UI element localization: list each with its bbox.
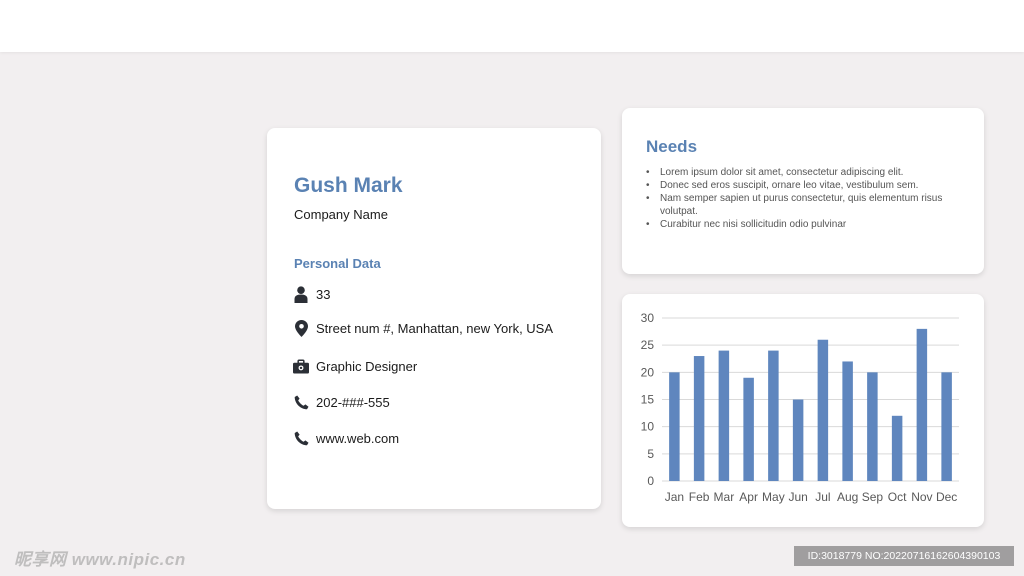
- needs-list: Lorem ipsum dolor sit amet, consectetur …: [646, 166, 971, 231]
- bar-apr: [743, 377, 754, 481]
- location-pin-icon: [293, 319, 309, 337]
- age-value: 33: [316, 286, 331, 302]
- bar-jun: [792, 399, 804, 481]
- x-tick-label: Jul: [815, 490, 830, 504]
- info-row-occupation: Graphic Designer: [293, 356, 417, 376]
- needs-item: Nam semper sapien ut purus consectetur, …: [646, 192, 971, 218]
- y-tick-label: 15: [641, 393, 655, 407]
- y-tick-label: 5: [647, 447, 654, 461]
- phone-icon: [293, 429, 309, 447]
- y-tick-label: 30: [641, 311, 655, 325]
- info-row-address: Street num #, Manhattan, new York, USA: [293, 318, 553, 338]
- profile-name: Gush Mark: [294, 174, 403, 197]
- bar-aug: [842, 361, 853, 481]
- bar-dec: [941, 372, 952, 481]
- address-value: Street num #, Manhattan, new York, USA: [316, 320, 554, 336]
- bar-feb: [693, 356, 705, 481]
- needs-card: Needs Lorem ipsum dolor sit amet, consec…: [622, 108, 984, 274]
- person-icon: [293, 285, 309, 303]
- x-tick-label: Jan: [665, 490, 684, 504]
- bar-jul: [817, 339, 829, 481]
- chart-card: 0 5 10 15 20 25 30 Jan Feb Mar Apr May Jun Jul Aug Sep O…: [622, 294, 984, 527]
- y-tick-label: 0: [647, 474, 654, 488]
- phone-icon: [293, 393, 309, 411]
- bar-mar: [718, 350, 730, 481]
- bar-nov: [916, 328, 928, 481]
- x-tick-label: Apr: [739, 490, 758, 504]
- x-tick-label: May: [762, 490, 785, 504]
- top-bar: [0, 0, 1024, 52]
- bar-oct: [891, 415, 903, 481]
- occupation-value: Graphic Designer: [316, 358, 418, 374]
- briefcase-icon: [293, 357, 309, 375]
- x-tick-label: Aug: [837, 490, 858, 504]
- bar-sep: [867, 372, 878, 481]
- needs-item: Donec sed eros suscipit, ornare leo vita…: [646, 179, 971, 192]
- x-tick-label: Sep: [862, 490, 884, 504]
- profile-card: Gush Mark Company Name Personal Data 33 …: [267, 128, 601, 509]
- website-value: www.web.com: [316, 430, 400, 446]
- watermark-logo: 昵享网 www.nipic.cn: [14, 550, 186, 569]
- x-tick-label: Oct: [888, 490, 907, 504]
- y-tick-label: 10: [641, 420, 655, 434]
- needs-item: Lorem ipsum dolor sit amet, consectetur …: [646, 166, 971, 179]
- x-tick-label: Feb: [689, 490, 710, 504]
- y-tick-label: 25: [641, 338, 655, 352]
- x-tick-label: Dec: [936, 490, 957, 504]
- x-tick-label: Jun: [788, 490, 807, 504]
- info-row-age: 33: [293, 284, 330, 304]
- needs-title: Needs: [646, 137, 698, 156]
- x-tick-label: Nov: [911, 490, 932, 504]
- bar-chart: 0 5 10 15 20 25 30 Jan Feb Mar Apr May Jun Jul Aug Sep O…: [641, 311, 959, 504]
- needs-item: Curabitur nec nisi sollicitudin odio pul…: [646, 218, 971, 231]
- company-name: Company Name: [294, 207, 388, 222]
- phone-value: 202-###-555: [316, 394, 390, 410]
- info-row-website: www.web.com: [293, 428, 399, 448]
- bar-jan: [669, 372, 680, 481]
- info-row-phone: 202-###-555: [293, 392, 390, 412]
- y-tick-label: 20: [641, 365, 655, 379]
- bar-may: [768, 350, 779, 481]
- personal-data-heading: Personal Data: [294, 256, 381, 271]
- watermark-id: ID:3018779 NO:20220716162604390103: [794, 546, 1014, 566]
- x-tick-label: Mar: [714, 490, 735, 504]
